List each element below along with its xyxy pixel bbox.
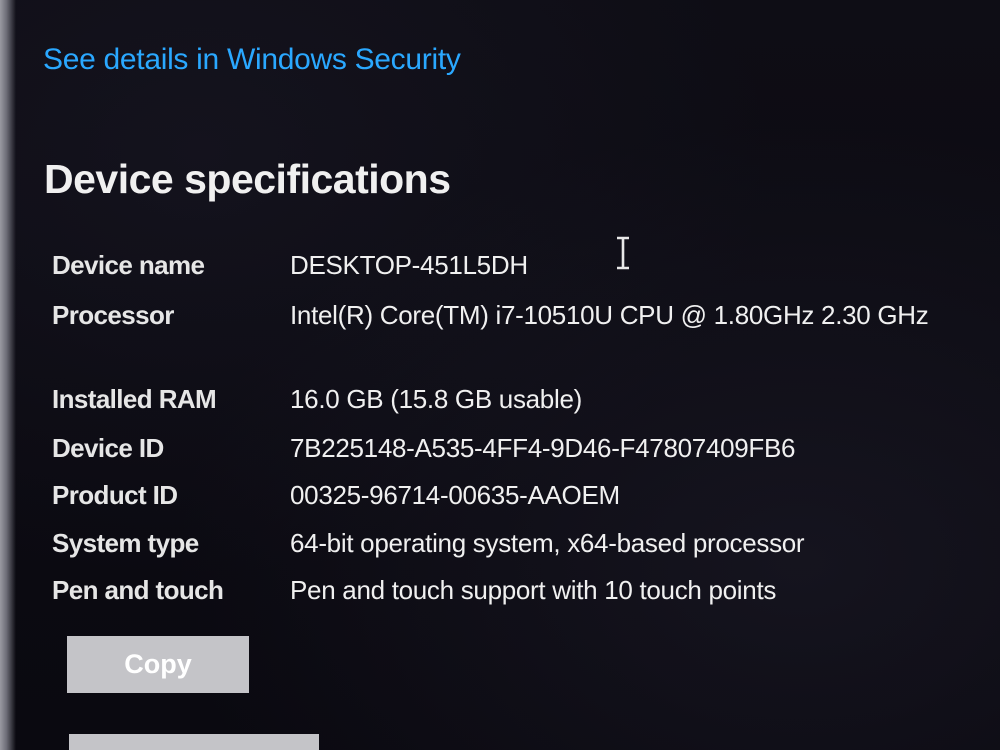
spec-label: Pen and touch: [52, 575, 224, 605]
spec-label: Device name: [52, 250, 205, 280]
spec-value: DESKTOP-451L5DH: [290, 250, 528, 280]
device-specifications-heading: Device specifications: [44, 156, 451, 202]
spec-label: Installed RAM: [52, 384, 217, 414]
spec-value: 64-bit operating system, x64-based proce…: [290, 528, 805, 558]
spec-label: System type: [52, 528, 199, 558]
spec-row-pen-and-touch: Pen and touch Pen and touch support with…: [52, 573, 952, 621]
spec-row-product-id: Product ID 00325-96714-00635-AAOEM: [52, 478, 952, 526]
spec-value: Intel(R) Core(TM) i7-10510U CPU @ 1.80GH…: [290, 300, 929, 330]
text-cursor-icon: [617, 236, 629, 270]
spec-label: Device ID: [52, 433, 164, 463]
spec-row-installed-ram: Installed RAM 16.0 GB (15.8 GB usable): [52, 382, 952, 431]
windows-security-link[interactable]: See details in Windows Security: [43, 43, 461, 77]
spec-row-system-type: System type 64-bit operating system, x64…: [52, 526, 952, 573]
window-edge: [0, 0, 16, 750]
spec-value: 16.0 GB (15.8 GB usable): [290, 384, 582, 414]
copy-button[interactable]: Copy: [67, 636, 249, 693]
spec-label: Processor: [52, 300, 174, 330]
spec-value: 7B225148-A535-4FF4-9D46-F47807409FB6: [290, 433, 796, 463]
next-button-partial[interactable]: [69, 734, 319, 750]
device-specs-list: Device name DESKTOP-451L5DH Processor In…: [52, 248, 952, 621]
spec-row-device-id: Device ID 7B225148-A535-4FF4-9D46-F47807…: [52, 431, 952, 478]
spec-label: Product ID: [52, 480, 178, 510]
spec-row-device-name: Device name DESKTOP-451L5DH: [52, 248, 952, 298]
spec-value: 00325-96714-00635-AAOEM: [290, 480, 620, 510]
spec-row-processor: Processor Intel(R) Core(TM) i7-10510U CP…: [52, 298, 952, 382]
spec-value: Pen and touch support with 10 touch poin…: [290, 575, 777, 605]
settings-page: See details in Windows Security Device s…: [0, 0, 1000, 750]
